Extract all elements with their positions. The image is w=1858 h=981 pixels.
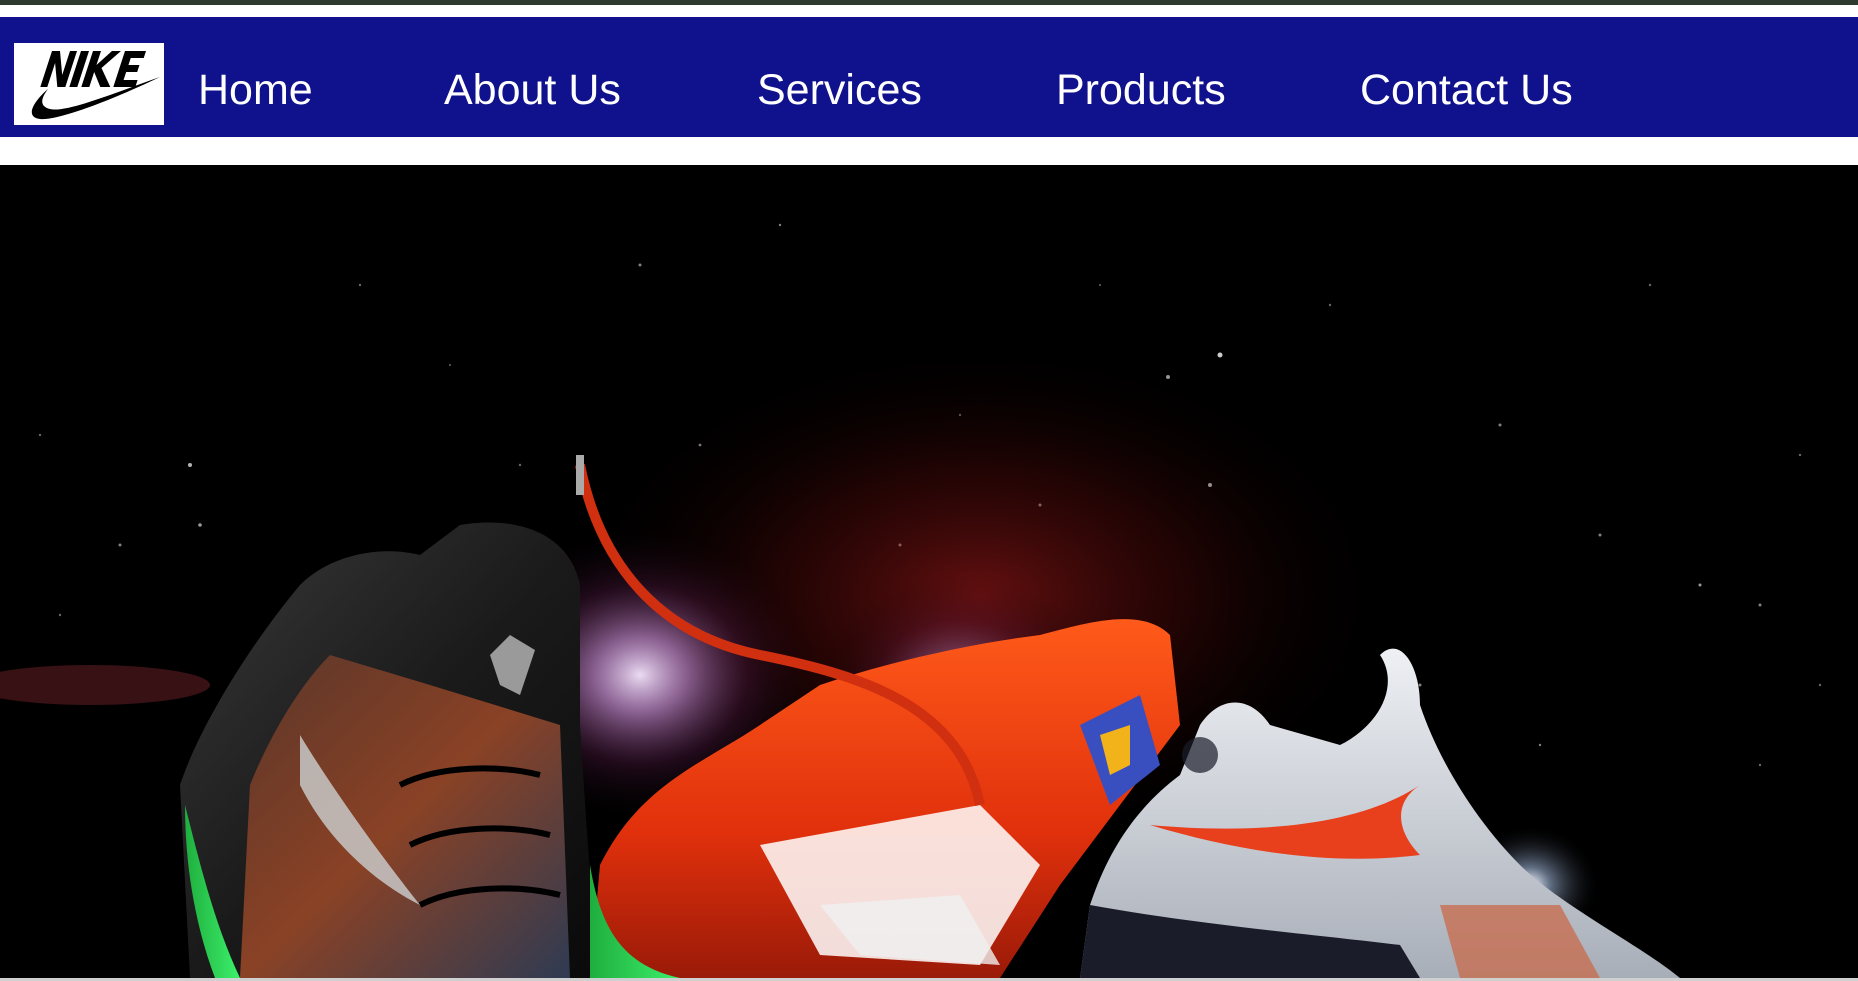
nav-link-home[interactable]: Home (198, 62, 313, 118)
navigation-bar: Home About Us Services Products Contact … (0, 17, 1858, 137)
nike-sneakers-space-banner-image (0, 165, 1858, 978)
hero-banner (0, 165, 1858, 978)
nike-logo[interactable] (14, 43, 164, 125)
nav-link-services[interactable]: Services (757, 62, 922, 118)
top-border-line (0, 0, 1858, 5)
header-spacer (0, 137, 1858, 165)
nav-link-about-us[interactable]: About Us (444, 62, 621, 118)
nav-link-products[interactable]: Products (1056, 62, 1226, 118)
nike-swoosh-logo-icon (31, 51, 161, 120)
nav-link-contact-us[interactable]: Contact Us (1360, 62, 1573, 118)
